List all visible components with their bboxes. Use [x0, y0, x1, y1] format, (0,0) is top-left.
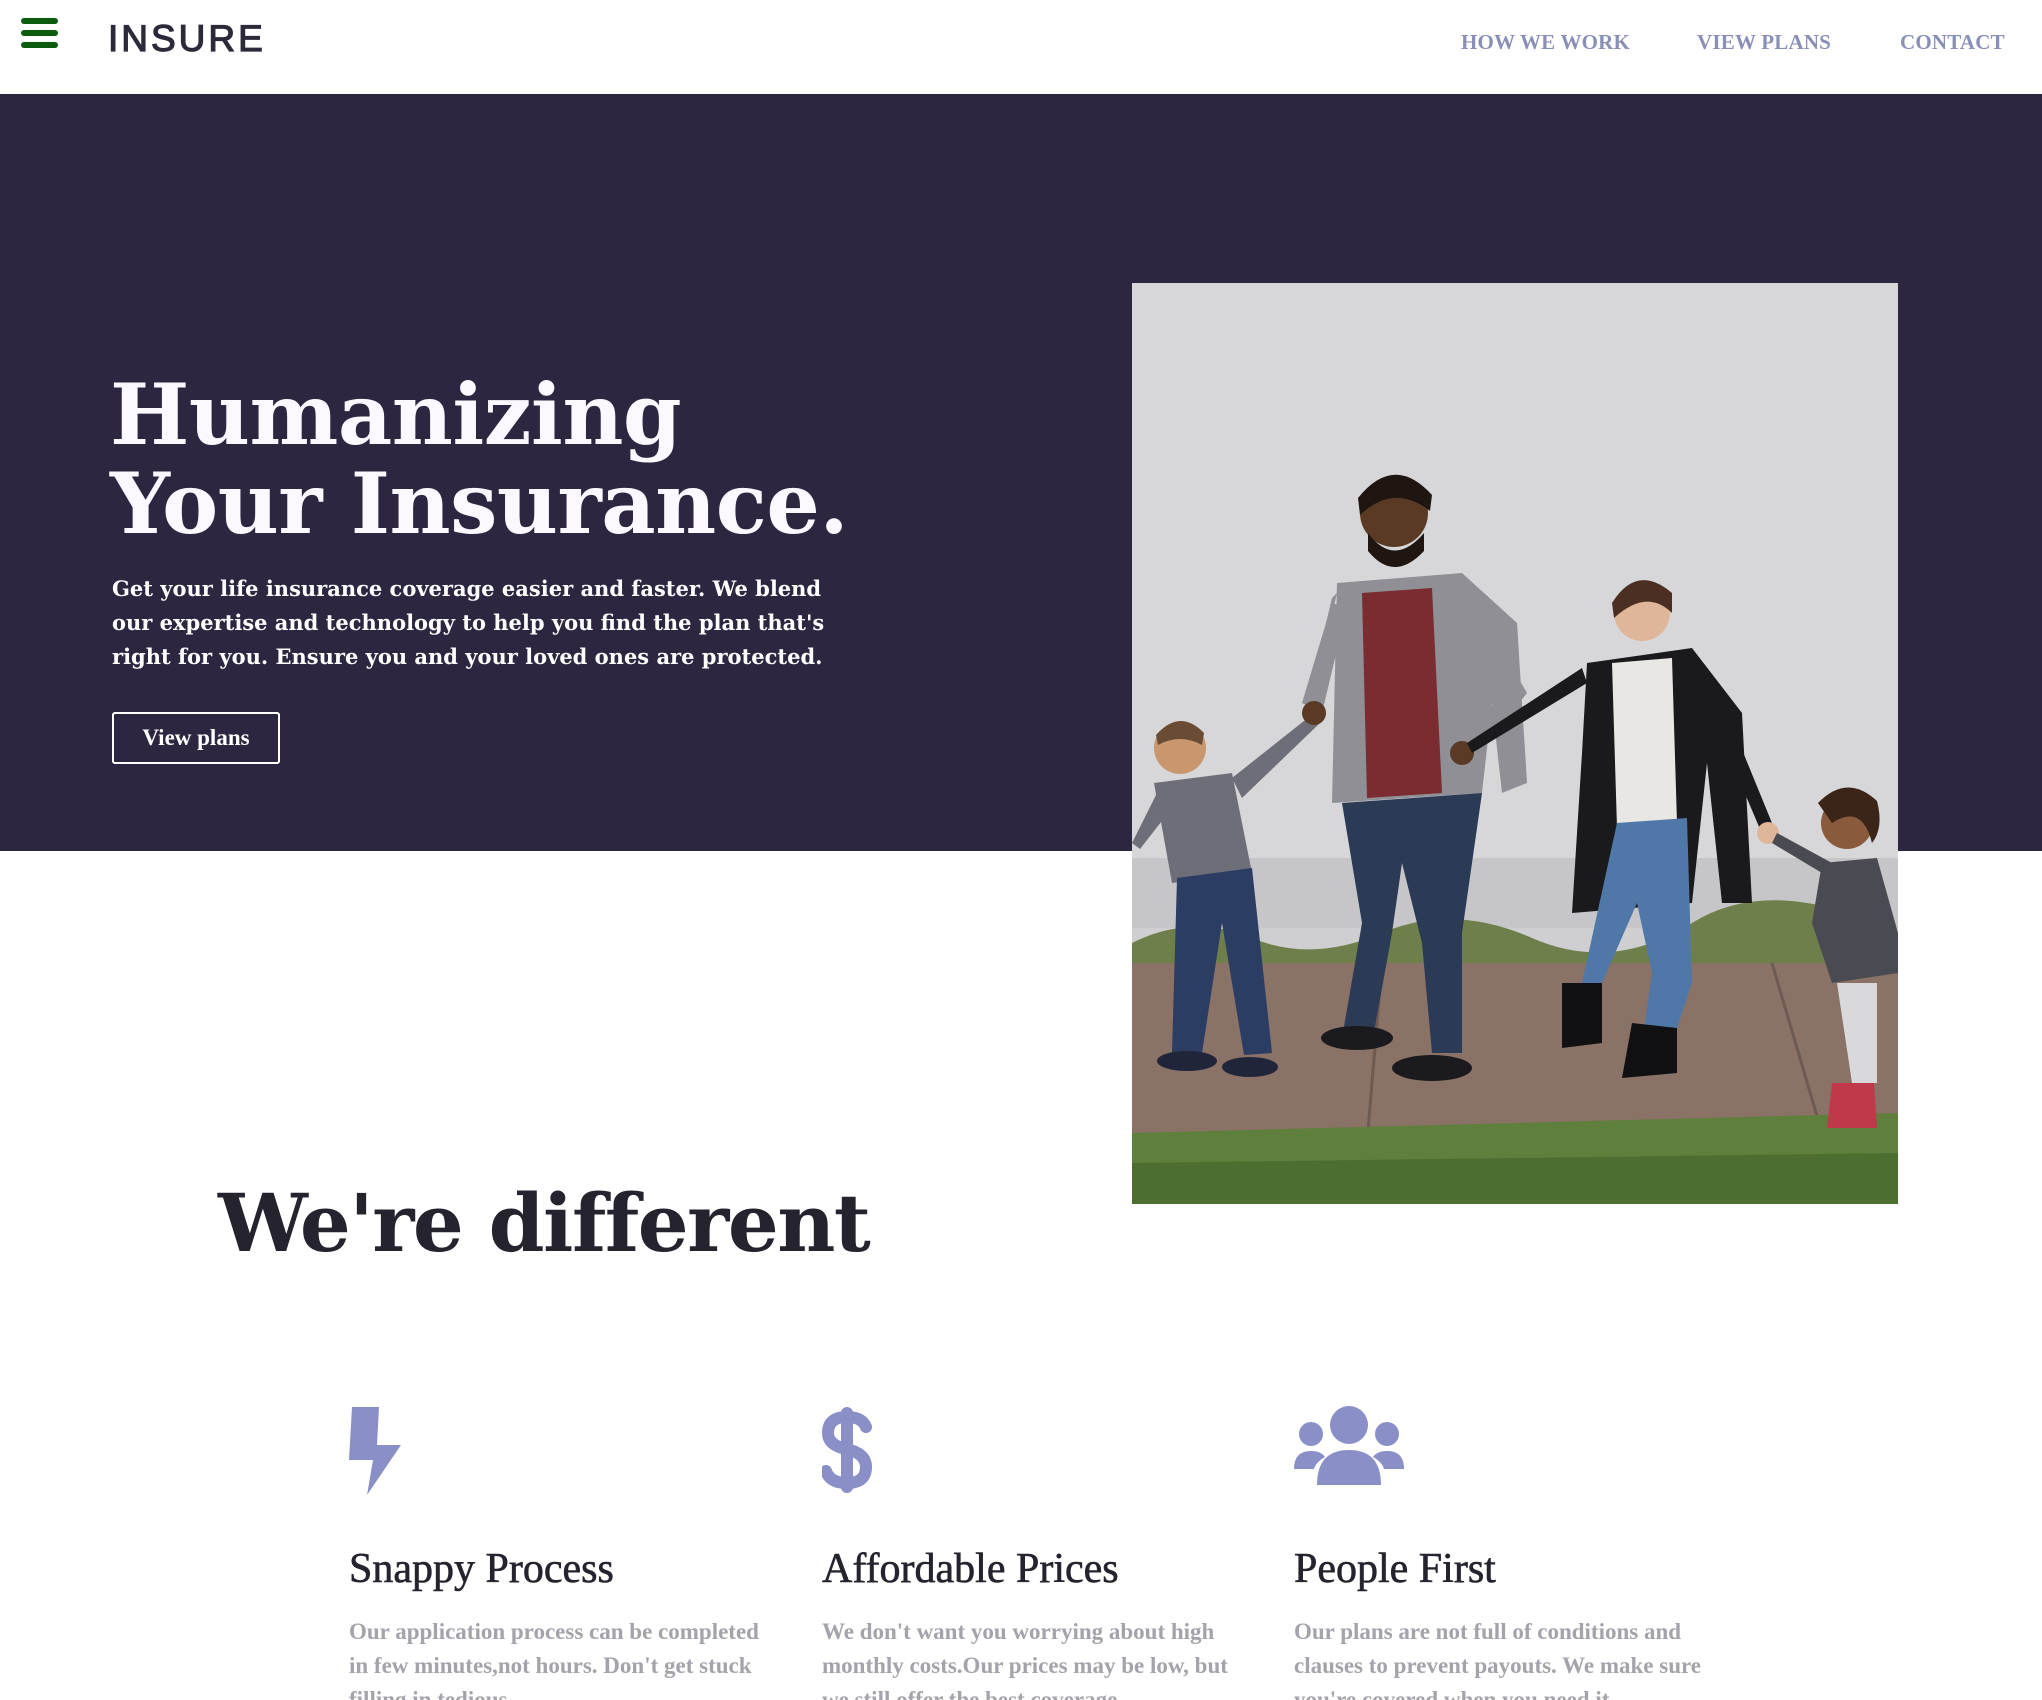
hero-title: Humanizing Your Insurance. [110, 365, 849, 553]
dollar-icon [820, 1405, 873, 1499]
site-header: INSURE HOW WE WORK VIEW PLANS CONTACT [0, 0, 2042, 94]
site-logo[interactable]: INSURE [107, 17, 266, 60]
hero-description: Get your life insurance coverage easier … [112, 576, 825, 669]
hero-title-line-2: Your Insurance. [110, 454, 849, 553]
feature-title: Affordable Prices [822, 1546, 1119, 1593]
hero-title-line-1: Humanizing [110, 365, 682, 464]
feature-title: Snappy Process [349, 1546, 614, 1593]
view-plans-button[interactable]: View plans [112, 712, 280, 764]
hero-family-image [1132, 283, 1898, 1204]
feature-description: Our application process can be completed… [349, 1619, 759, 1700]
nav-link-how-we-work[interactable]: HOW WE WORK [1461, 30, 1630, 55]
nav-link-view-plans[interactable]: VIEW PLANS [1697, 30, 1831, 55]
section-title: We're different [218, 1176, 871, 1270]
feature-description: We don't want you worrying about high mo… [822, 1619, 1228, 1700]
users-icon [1294, 1405, 1404, 1489]
nav-link-contact[interactable]: CONTACT [1900, 30, 2005, 55]
hamburger-menu-icon[interactable] [21, 18, 58, 48]
feature-title: People First [1294, 1546, 1496, 1593]
lightning-bolt-icon [349, 1405, 403, 1499]
feature-description: Our plans are not full of conditions and… [1294, 1619, 1701, 1700]
